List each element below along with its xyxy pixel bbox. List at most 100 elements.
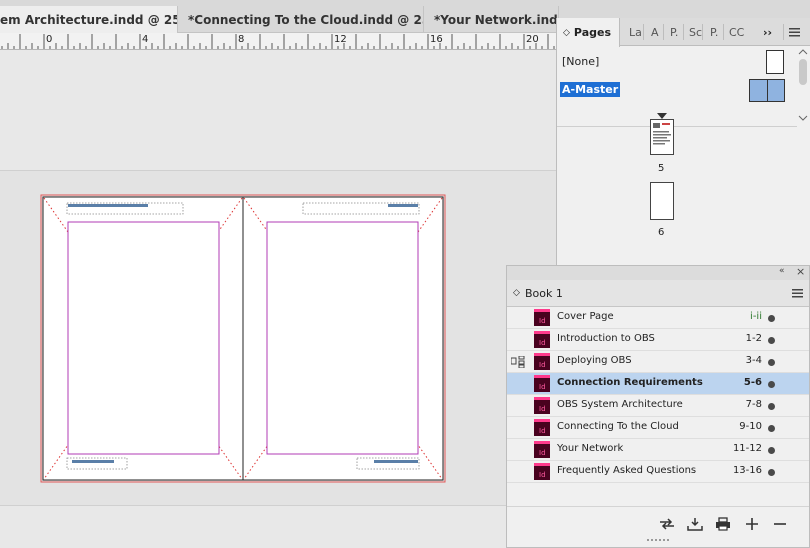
remove-document-button[interactable]: [770, 515, 790, 533]
book-document-row[interactable]: Id Introduction to OBS 1-2: [507, 329, 809, 351]
document-status-icon: [768, 381, 775, 388]
document-status-icon: [768, 359, 775, 366]
tab-pages[interactable]: ◇ Pages: [557, 18, 620, 47]
master-label: A-Master: [560, 82, 621, 97]
master-a[interactable]: A-Master: [557, 78, 797, 102]
tab-your-network[interactable]: *Your Network.indd @: [424, 6, 559, 33]
tab-system-architecture[interactable]: em Architecture.indd @ 25% ×: [0, 6, 178, 33]
page-thumbnail-5[interactable]: [650, 119, 674, 155]
tab-cc[interactable]: CC: [729, 18, 744, 46]
tab-label: Sc: [689, 25, 703, 39]
book-panel-header: ◇ Book 1: [507, 280, 809, 307]
page-number: 5: [658, 163, 665, 174]
svg-text:Id: Id: [539, 405, 546, 413]
document-page-range: 7-8: [745, 399, 762, 410]
book-document-row[interactable]: Id Connection Requirements 5-6: [507, 373, 809, 395]
svg-text:Id: Id: [539, 449, 546, 457]
indesign-document-icon: Id: [534, 441, 550, 458]
tab-label: A: [651, 25, 659, 39]
tab-sc[interactable]: Sc: [689, 18, 702, 46]
document-status-icon: [768, 447, 775, 454]
master-none[interactable]: [None]: [557, 50, 797, 74]
indesign-document-icon: Id: [534, 309, 550, 326]
page-thumbnail-6[interactable]: [650, 182, 674, 220]
tab-label: CC: [729, 25, 745, 39]
minus-icon: [774, 523, 786, 525]
hamburger-menu-icon[interactable]: [792, 289, 803, 298]
panel-overflow-button[interactable]: ››: [763, 18, 772, 46]
document-page-range: 13-16: [732, 465, 762, 476]
tab-label: *Your Network.indd @: [434, 12, 559, 27]
master-spread-thumbnail: [749, 79, 785, 102]
ruler-label: 12: [334, 34, 347, 45]
add-document-button[interactable]: [742, 515, 762, 533]
save-book-button[interactable]: [685, 515, 705, 533]
svg-text:Id: Id: [539, 383, 546, 391]
indesign-document-icon: Id: [534, 331, 550, 348]
print-icon: [716, 517, 730, 531]
hamburger-menu-icon: [789, 27, 800, 36]
document-name: Introduction to OBS: [557, 333, 655, 344]
svg-text:Id: Id: [539, 317, 546, 325]
book-document-row[interactable]: Id Cover Page i-ii: [507, 307, 809, 329]
document-name: Connecting To the Cloud: [557, 421, 679, 432]
book-document-row[interactable]: Id Connecting To the Cloud 9-10: [507, 417, 809, 439]
master-label: [None]: [562, 55, 600, 68]
document-status-icon: [768, 469, 775, 476]
synchronize-button[interactable]: [657, 515, 677, 533]
tab-label: P.: [670, 25, 679, 39]
svg-text:Id: Id: [539, 427, 546, 435]
pages-panel: ◇ Pages La A P. Sc P. CC ›› [None] A-Mas…: [556, 18, 810, 267]
pages-panel-tabs: ◇ Pages La A P. Sc P. CC ››: [557, 18, 810, 47]
book-document-row[interactable]: Id OBS System Architecture 7-8: [507, 395, 809, 417]
document-status-icon: [768, 403, 775, 410]
book-document-row[interactable]: Id Frequently Asked Questions 13-16: [507, 461, 809, 483]
ruler-label: 4: [142, 34, 149, 45]
book-title: Book 1: [525, 287, 563, 300]
svg-text:Id: Id: [539, 361, 546, 369]
print-book-button[interactable]: [713, 515, 733, 533]
document-page-range: 5-6: [743, 377, 762, 388]
tab-a[interactable]: A: [651, 18, 659, 46]
page-number: 6: [658, 227, 665, 238]
panel-titlebar[interactable]: « ×: [507, 265, 809, 280]
collapse-panel-icon[interactable]: «: [779, 266, 785, 276]
document-page-range: 11-12: [732, 443, 762, 454]
document-page-range: 9-10: [739, 421, 762, 432]
indesign-document-icon: Id: [534, 419, 550, 436]
chevron-updown-icon: ◇: [563, 27, 570, 38]
tab-label: Pages: [573, 26, 611, 39]
tab-label: em Architecture.indd @ 25%: [0, 12, 178, 27]
tab-label: La: [629, 25, 642, 39]
spread-canvas: [40, 194, 446, 483]
divider: [557, 126, 797, 127]
page-content-preview: [653, 123, 671, 145]
pages-panel-scrollbar[interactable]: [795, 46, 810, 128]
plus-icon: [746, 518, 758, 530]
tab-p1[interactable]: P.: [670, 18, 678, 46]
tab-label: P.: [710, 25, 719, 39]
panel-menu-button[interactable]: [789, 18, 800, 46]
book-panel-footer: [507, 506, 809, 548]
document-status-icon: [768, 425, 775, 432]
close-panel-icon[interactable]: ×: [796, 265, 805, 278]
document-status-icon: [768, 337, 775, 344]
book-document-list: Id Cover Page i-ii Id Introduction to OB…: [507, 307, 809, 483]
resize-grip-icon[interactable]: [647, 539, 669, 543]
tab-connecting-to-cloud[interactable]: *Connecting To the Cloud.indd @ 25% ×: [178, 6, 424, 33]
page-spread[interactable]: [40, 194, 446, 483]
synchronize-icon: [660, 518, 674, 530]
indesign-document-icon: Id: [534, 353, 550, 370]
book-document-row[interactable]: Id Your Network 11-12: [507, 439, 809, 461]
tab-layers[interactable]: La: [629, 18, 642, 46]
chevron-updown-icon: ◇: [513, 288, 520, 298]
tab-label: *Connecting To the Cloud.indd @ 25%: [188, 12, 424, 27]
document-page-range: i-ii: [750, 311, 762, 322]
document-name: Frequently Asked Questions: [557, 465, 697, 476]
indesign-document-icon: Id: [534, 397, 550, 414]
ruler-label: 8: [238, 34, 245, 45]
document-page-range: 1-2: [745, 333, 762, 344]
book-document-row[interactable]: Id Deploying OBS 3-4: [507, 351, 809, 373]
document-name: Connection Requirements: [557, 377, 703, 388]
tab-p2[interactable]: P.: [710, 18, 718, 46]
